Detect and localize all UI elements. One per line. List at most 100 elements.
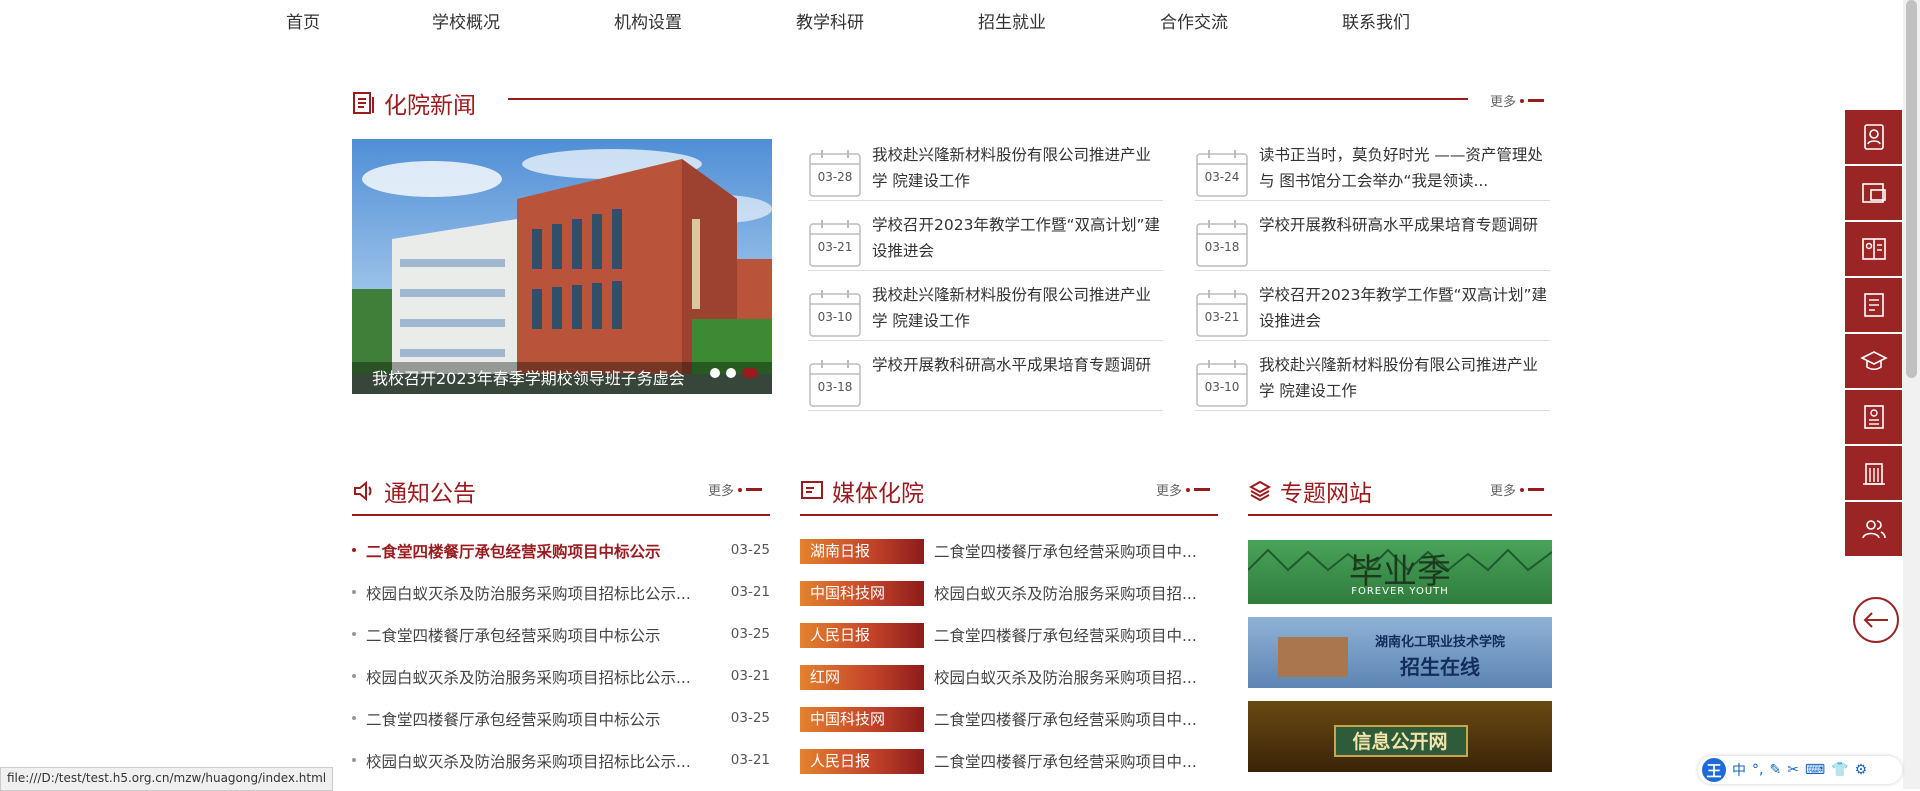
news-photo-carousel[interactable]: 我校召开2023年春季学期校领导班子务虚会 — [352, 139, 772, 394]
banner-admission[interactable]: 湖南化工职业技术学院 招生在线 — [1248, 617, 1552, 688]
ime-scissors-icon[interactable]: ✂ — [1787, 762, 1799, 778]
ime-punctuation-icon[interactable]: °, — [1752, 762, 1763, 778]
news-list-item[interactable]: 03-18 学校开展教科研高水平成果培育专题调研 — [808, 350, 1163, 411]
media-item[interactable]: 中国科技网 二食堂四楼餐厅承包经营采购项目中... — [800, 704, 1218, 734]
notice-item[interactable]: 二食堂四楼餐厅承包经营采购项目中标公示 03-25 — [352, 704, 770, 734]
back-to-top-button[interactable] — [1853, 597, 1899, 643]
toolbar-document-button[interactable] — [1845, 278, 1902, 332]
notice-item[interactable]: 校园白蚁灭杀及防治服务采购项目招标比公示... 03-21 — [352, 578, 770, 608]
media-title[interactable]: 二食堂四楼餐厅承包经营采购项目中... — [934, 624, 1197, 646]
toolbar-resume-button[interactable] — [1845, 390, 1902, 444]
carousel-dot-active[interactable] — [742, 368, 758, 378]
date-badge: 03-24 — [1195, 148, 1249, 198]
news-list-item[interactable]: 03-21 学校召开2023年教学工作暨“双高计划”建 设推进会 — [808, 210, 1163, 271]
news-list-item[interactable]: 03-21 学校召开2023年教学工作暨“双高计划”建 设推进会 — [1195, 280, 1550, 341]
news-title-rule — [508, 98, 1468, 100]
arrow-left-icon — [1863, 612, 1888, 628]
ime-toolbar[interactable]: 王 中 °, ✎ ✂ ⌨ 👕 ⚙ — [1698, 756, 1902, 784]
notice-date: 03-21 — [730, 752, 770, 768]
media-title[interactable]: 校园白蚁灭杀及防治服务采购项目招... — [934, 666, 1197, 688]
media-item[interactable]: 人民日报 二食堂四楼餐厅承包经营采购项目中... — [800, 746, 1218, 776]
ime-logo-icon[interactable]: 王 — [1702, 758, 1726, 782]
ime-mode-chinese[interactable]: 中 — [1732, 760, 1746, 780]
building-icon — [1862, 463, 1885, 485]
media-item[interactable]: 中国科技网 校园白蚁灭杀及防治服务采购项目招... — [800, 578, 1218, 608]
nav-admission[interactable]: 招生就业 — [978, 8, 1046, 33]
ime-skin-icon[interactable]: 👕 — [1831, 762, 1848, 778]
media-item[interactable]: 人民日报 二食堂四楼餐厅承包经营采购项目中... — [800, 620, 1218, 650]
media-title[interactable]: 二食堂四楼餐厅承包经营采购项目中... — [934, 540, 1197, 562]
media-rule — [800, 514, 1218, 516]
nav-about[interactable]: 学校概况 — [432, 8, 500, 33]
toolbar-message-button[interactable] — [1845, 166, 1902, 220]
notice-title[interactable]: 二食堂四楼餐厅承包经营采购项目中标公示 — [366, 708, 661, 730]
ime-keyboard-icon[interactable]: ⌨ — [1805, 762, 1825, 778]
media-more-link[interactable]: 更多 — [1156, 480, 1211, 499]
news-headline[interactable]: 学校召开2023年教学工作暨“双高计划”建 设推进会 — [1259, 282, 1549, 334]
news-list-item[interactable]: 03-10 我校赴兴隆新材料股份有限公司推进产业学 院建设工作 — [1195, 350, 1550, 411]
toolbar-graduation-button[interactable] — [1845, 334, 1902, 388]
news-headline[interactable]: 读书正当时，莫负好时光 ——资产管理处与 图书馆分工会举办“我是领读... — [1259, 142, 1549, 194]
media-item[interactable]: 湖南日报 二食堂四楼餐厅承包经营采购项目中... — [800, 536, 1218, 566]
scrollbar-thumb[interactable] — [1906, 0, 1917, 378]
date-badge: 03-10 — [1195, 358, 1249, 408]
news-headline[interactable]: 学校召开2023年教学工作暨“双高计划”建 设推进会 — [872, 212, 1162, 264]
news-headline[interactable]: 我校赴兴隆新材料股份有限公司推进产业学 院建设工作 — [872, 142, 1162, 194]
date-badge: 03-21 — [1195, 288, 1249, 338]
notice-date: 03-25 — [730, 626, 770, 642]
toolbar-id-card-button[interactable] — [1845, 222, 1902, 276]
notice-title[interactable]: 校园白蚁灭杀及防治服务采购项目招标比公示... — [366, 666, 691, 688]
ime-handwrite-icon[interactable]: ✎ — [1769, 762, 1781, 778]
topics-more-link[interactable]: 更多 — [1490, 480, 1545, 499]
more-dot — [1520, 98, 1525, 103]
ime-settings-icon[interactable]: ⚙ — [1855, 762, 1868, 778]
news-list-item[interactable]: 03-28 我校赴兴隆新材料股份有限公司推进产业学 院建设工作 — [808, 140, 1163, 201]
media-title-text: 媒体化院 — [832, 481, 924, 507]
message-icon — [1861, 183, 1886, 203]
media-item[interactable]: 红网 校园白蚁灭杀及防治服务采购项目招... — [800, 662, 1218, 692]
news-date: 03-18 — [817, 380, 853, 394]
media-source-badge: 湖南日报 — [800, 539, 924, 564]
nav-teaching[interactable]: 教学科研 — [796, 8, 864, 33]
nav-home[interactable]: 首页 — [286, 8, 320, 33]
media-title[interactable]: 校园白蚁灭杀及防治服务采购项目招... — [934, 582, 1197, 604]
nav-cooperation[interactable]: 合作交流 — [1160, 8, 1228, 33]
news-headline[interactable]: 学校开展教科研高水平成果培育专题调研 — [872, 352, 1162, 404]
news-list-item[interactable]: 03-10 我校赴兴隆新材料股份有限公司推进产业学 院建设工作 — [808, 280, 1163, 341]
notice-item[interactable]: 校园白蚁灭杀及防治服务采购项目招标比公示... 03-21 — [352, 746, 770, 776]
banner-graduation[interactable]: 毕业季 FOREVER YOUTH — [1248, 540, 1552, 604]
more-dash — [1194, 488, 1211, 491]
news-list-item[interactable]: 03-24 读书正当时，莫负好时光 ——资产管理处与 图书馆分工会举办“我是领读.… — [1195, 140, 1550, 201]
document-icon — [1863, 293, 1884, 317]
news-headline[interactable]: 我校赴兴隆新材料股份有限公司推进产业学 院建设工作 — [872, 282, 1162, 334]
carousel-dot[interactable] — [710, 368, 720, 378]
notice-item[interactable]: 校园白蚁灭杀及防治服务采购项目招标比公示... 03-21 — [352, 662, 770, 692]
more-dot — [738, 487, 743, 492]
notice-title[interactable]: 二食堂四楼餐厅承包经营采购项目中标公示 — [366, 624, 661, 646]
toolbar-building-button[interactable] — [1845, 446, 1902, 500]
notice-title[interactable]: 校园白蚁灭杀及防治服务采购项目招标比公示... — [366, 582, 691, 604]
notice-title[interactable]: 校园白蚁灭杀及防治服务采购项目招标比公示... — [366, 750, 691, 772]
notice-title[interactable]: 二食堂四楼餐厅承包经营采购项目中标公示 — [366, 540, 661, 562]
banner-graduation-subtitle: FOREVER YOUTH — [1351, 586, 1449, 597]
nav-departments[interactable]: 机构设置 — [614, 8, 682, 33]
carousel-dot[interactable] — [726, 368, 736, 378]
news-date: 03-24 — [1204, 170, 1240, 184]
toolbar-user-card-button[interactable] — [1845, 110, 1902, 164]
media-icon — [801, 481, 823, 499]
news-more-link[interactable]: 更多 — [1490, 91, 1545, 110]
media-title[interactable]: 二食堂四楼餐厅承包经营采购项目中... — [934, 708, 1197, 730]
notice-item[interactable]: 二食堂四楼餐厅承包经营采购项目中标公示 03-25 — [352, 536, 770, 566]
news-list-item[interactable]: 03-18 学校开展教科研高水平成果培育专题调研 — [1195, 210, 1550, 271]
notices-more-link[interactable]: 更多 — [708, 480, 763, 499]
news-headline[interactable]: 我校赴兴隆新材料股份有限公司推进产业学 院建设工作 — [1259, 352, 1549, 404]
media-title[interactable]: 二食堂四楼餐厅承包经营采购项目中... — [934, 750, 1197, 772]
notices-section-title: 通知公告 — [352, 474, 476, 508]
speaker-icon — [354, 480, 372, 502]
nav-contact[interactable]: 联系我们 — [1342, 8, 1410, 33]
top-nav: 首页 学校概况 机构设置 教学科研 招生就业 合作交流 联系我们 — [0, 0, 1920, 40]
notice-item[interactable]: 二食堂四楼餐厅承包经营采购项目中标公示 03-25 — [352, 620, 770, 650]
toolbar-people-button[interactable] — [1845, 502, 1902, 556]
news-headline[interactable]: 学校开展教科研高水平成果培育专题调研 — [1259, 212, 1549, 264]
banner-info-disclosure[interactable]: 信息公开网 — [1248, 701, 1552, 772]
